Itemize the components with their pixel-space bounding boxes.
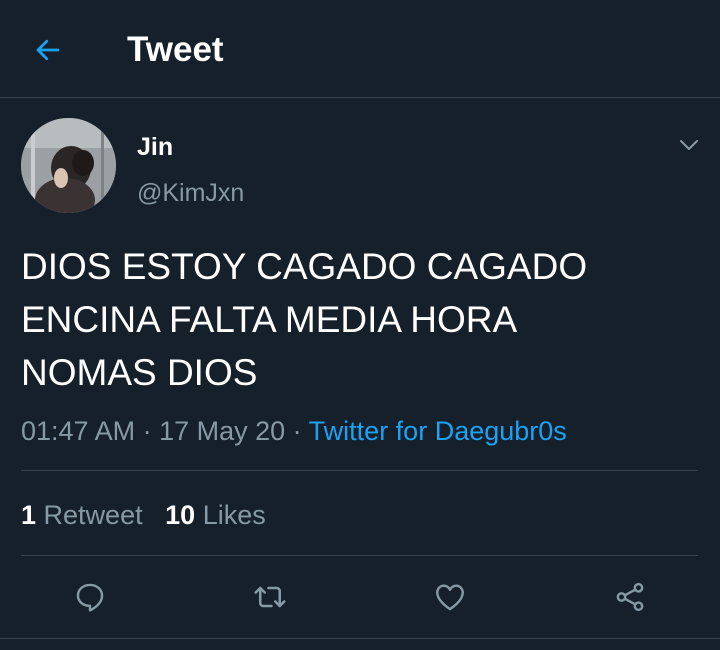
tweet-date: 17 May 20 xyxy=(159,416,286,446)
chevron-down-icon xyxy=(680,140,698,150)
avatar[interactable] xyxy=(21,118,116,213)
avatar-photo xyxy=(21,118,116,213)
tweet-text-line: NOMAS DIOS xyxy=(21,352,258,393)
author-name[interactable]: Jin xyxy=(137,131,173,163)
tweet-source-link[interactable]: Twitter for Daegubr0s xyxy=(309,416,567,446)
reply-button[interactable] xyxy=(68,575,112,619)
share-button[interactable] xyxy=(608,575,652,619)
tweet-text: DIOS ESTOY CAGADO CAGADO ENCINA FALTA ME… xyxy=(21,240,701,399)
retweets-label: Retweet xyxy=(43,500,143,530)
meta-separator: · xyxy=(285,416,309,446)
divider xyxy=(21,555,698,556)
tweet-meta: 01:47 AM · 17 May 20 · Twitter for Daegu… xyxy=(21,414,567,448)
likes-label: Likes xyxy=(202,500,266,530)
author-handle[interactable]: @KimJxn xyxy=(137,177,244,209)
like-button[interactable] xyxy=(428,575,472,619)
divider xyxy=(0,638,720,639)
retweets-count: 1 xyxy=(21,500,37,530)
tweet-menu-button[interactable] xyxy=(672,130,706,160)
arrow-left-icon xyxy=(36,39,60,61)
meta-separator: · xyxy=(135,416,160,446)
tweet-text-line: DIOS ESTOY CAGADO CAGADO xyxy=(21,246,588,287)
tweet-time: 01:47 AM xyxy=(21,416,136,446)
share-icon xyxy=(616,582,644,612)
divider xyxy=(21,470,698,471)
retweets-stat[interactable]: 1 Retweet xyxy=(21,500,143,530)
page-title: Tweet xyxy=(127,30,224,69)
top-app-bar: Tweet xyxy=(0,0,720,98)
likes-stat[interactable]: 10 Likes xyxy=(165,500,266,530)
tweet-text-line: ENCINA FALTA MEDIA HORA xyxy=(21,299,518,340)
likes-count: 10 xyxy=(165,500,196,530)
reply-icon xyxy=(76,583,104,612)
retweet-button[interactable] xyxy=(248,575,292,619)
back-button[interactable] xyxy=(28,30,68,70)
tweet-stats: 1 Retweet 10 Likes xyxy=(21,498,266,532)
heart-icon xyxy=(436,584,464,611)
retweet-icon xyxy=(254,586,286,608)
